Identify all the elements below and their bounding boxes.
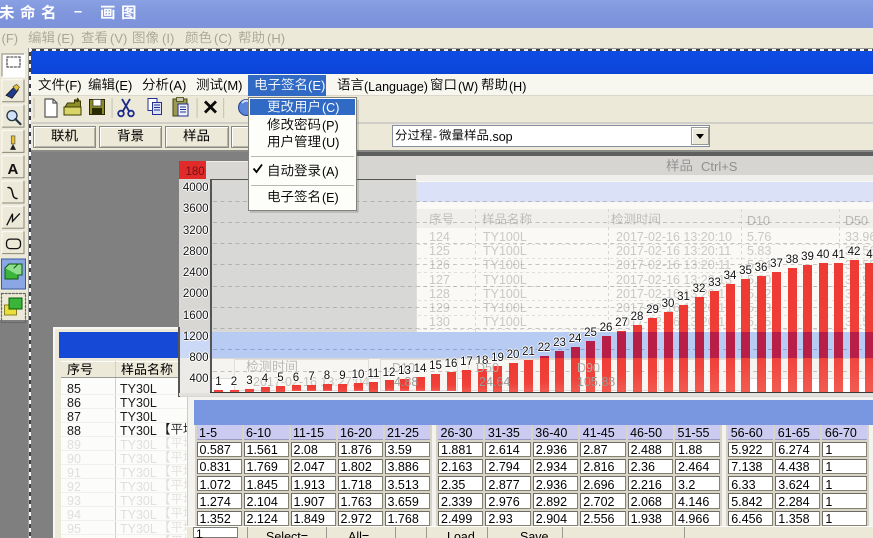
svg-text:A: A bbox=[8, 161, 19, 178]
